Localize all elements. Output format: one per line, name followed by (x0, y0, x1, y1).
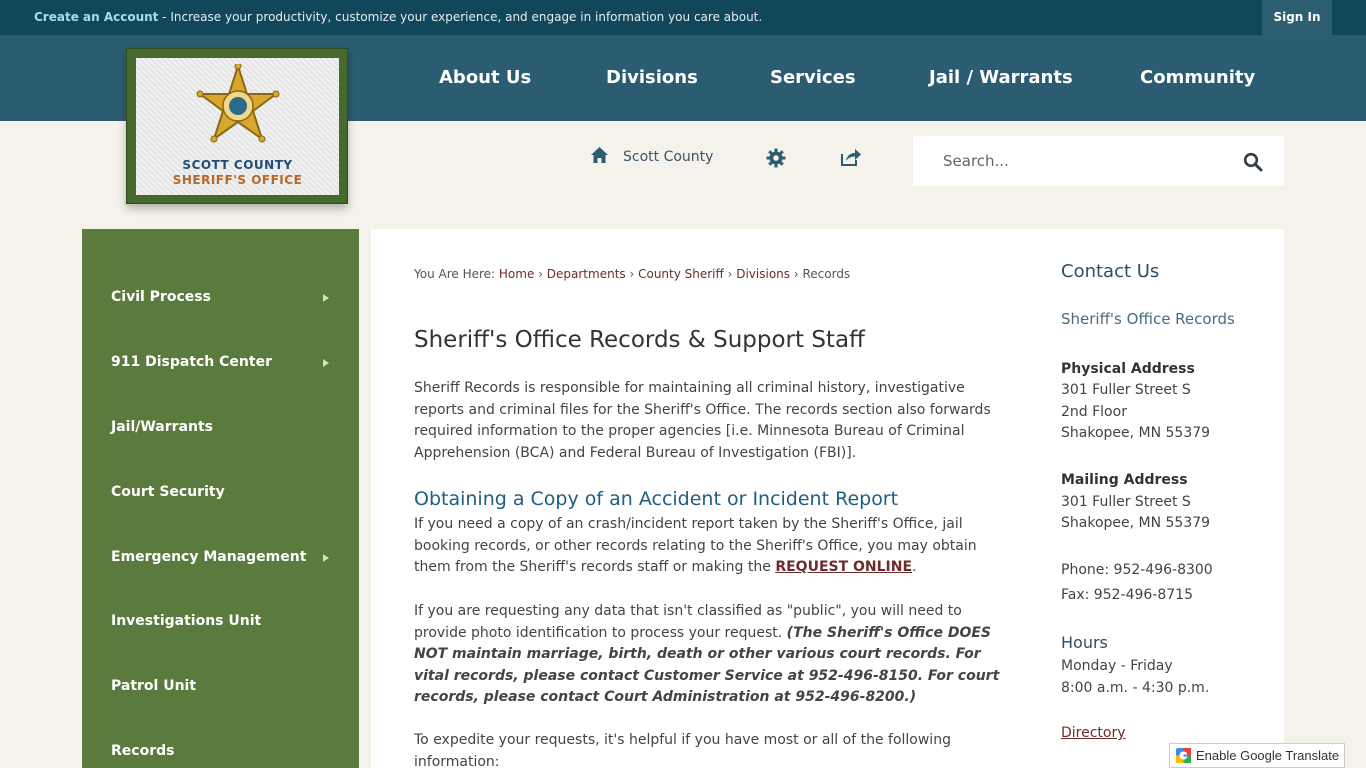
submenu-arrow-icon[interactable] (323, 554, 329, 562)
contact-title: Contact Us (1061, 261, 1160, 282)
sidebar-item-investigations[interactable]: Investigations Unit (82, 589, 359, 653)
nav-item-services[interactable]: Services (770, 67, 856, 88)
sidebar-item-label: Civil Process (111, 289, 211, 305)
nav-item-community[interactable]: Community (1140, 67, 1255, 88)
mailing-address-label: Mailing Address (1061, 472, 1188, 488)
nav-item-about-us[interactable]: About Us (439, 67, 531, 88)
breadcrumb-current: Records (802, 267, 851, 281)
page-title: Sheriff's Office Records & Support Staff (414, 327, 865, 353)
sidebar-item-label: Patrol Unit (111, 678, 197, 694)
hours-title: Hours (1061, 633, 1108, 652)
breadcrumb-divisions[interactable]: Divisions (736, 267, 790, 281)
intro-paragraph: Sheriff Records is responsible for maint… (414, 380, 991, 461)
nav-item-jail-warrants[interactable]: Jail / Warrants (929, 67, 1073, 88)
sidebar-item-civil-process[interactable]: Civil Process (82, 265, 359, 329)
directory-link[interactable]: Directory (1061, 725, 1126, 741)
sidebar-item-label: Emergency Management (111, 549, 307, 565)
sheriff-star-icon (196, 64, 280, 143)
sidebar-navigation: Civil Process 911 Dispatch Center Jail/W… (82, 229, 359, 768)
id-requirement-paragraph: If you are requesting any data that isn'… (414, 601, 1000, 709)
sidebar-item-emergency-management[interactable]: Emergency Management (82, 525, 359, 589)
fax-number: Fax: 952-496-8715 (1061, 587, 1193, 603)
share-icon[interactable] (840, 147, 862, 167)
request-online-link[interactable]: REQUEST ONLINE (775, 559, 912, 575)
sidebar-item-patrol[interactable]: Patrol Unit (82, 654, 359, 718)
account-bar: Create an Account - Increase your produc… (0, 0, 1366, 35)
home-icon[interactable] (590, 146, 609, 164)
mailing-address-line: Shakopee, MN 55379 (1061, 515, 1211, 531)
search-input[interactable] (913, 136, 1233, 186)
sidebar-item-jail-warrants[interactable]: Jail/Warrants (82, 395, 359, 459)
site-logo[interactable]: SCOTT COUNTY SHERIFF'S OFFICE (126, 48, 348, 204)
home-link[interactable]: Scott County (623, 149, 713, 165)
breadcrumb-county-sheriff[interactable]: County Sheriff (638, 267, 724, 281)
sidebar-item-label: Investigations Unit (111, 613, 262, 629)
breadcrumb-home[interactable]: Home (499, 267, 534, 281)
physical-address-line: Shakopee, MN 55379 (1061, 425, 1211, 441)
section-heading: Obtaining a Copy of an Accident or Incid… (414, 488, 899, 510)
submenu-arrow-icon[interactable] (323, 359, 329, 367)
sidebar-item-911-dispatch[interactable]: 911 Dispatch Center (82, 330, 359, 394)
main-content: You Are Here: Home › Departments › Count… (371, 229, 1284, 768)
sidebar-item-label: Records (111, 743, 175, 759)
nav-item-divisions[interactable]: Divisions (606, 67, 698, 88)
phone-number: Phone: 952-496-8300 (1061, 562, 1213, 578)
logo-text-office: SHERIFF'S OFFICE (172, 173, 303, 187)
physical-address-line: 2nd Floor (1061, 404, 1127, 420)
physical-address-line: 301 Fuller Street S (1061, 382, 1191, 398)
logo-panel: SCOTT COUNTY SHERIFF'S OFFICE (136, 58, 339, 195)
sidebar-item-court-security[interactable]: Court Security (82, 460, 359, 524)
sidebar-item-records[interactable]: Records (82, 719, 359, 768)
breadcrumb: You Are Here: Home › Departments › Count… (414, 267, 851, 281)
breadcrumb-prefix: You Are Here: (414, 267, 496, 281)
search-icon[interactable] (1243, 152, 1263, 172)
breadcrumb-departments[interactable]: Departments (547, 267, 626, 281)
sidebar-item-label: Court Security (111, 484, 225, 500)
department-name: Sheriff's Office Records (1061, 310, 1235, 328)
google-translate-icon (1176, 748, 1191, 763)
hours-line: 8:00 a.m. - 4:30 p.m. (1061, 680, 1210, 696)
create-account-link[interactable]: Create an Account (34, 10, 158, 24)
account-promo: Create an Account - Increase your produc… (34, 10, 762, 24)
sidebar-item-label: 911 Dispatch Center (111, 354, 272, 370)
submenu-arrow-icon[interactable] (323, 294, 329, 302)
google-translate-label: Enable Google Translate (1196, 748, 1340, 763)
sidebar-item-label: Jail/Warrants (111, 419, 214, 435)
google-translate-button[interactable]: Enable Google Translate (1169, 743, 1345, 768)
gear-icon[interactable] (766, 148, 786, 168)
sign-in-button[interactable]: Sign In (1262, 0, 1332, 35)
request-paragraph: If you need a copy of an crash/incident … (414, 514, 1000, 579)
request-paragraph-end: . (912, 559, 917, 575)
logo-text-county: SCOTT COUNTY (182, 158, 293, 172)
account-promo-text: - Increase your productivity, customize … (158, 10, 763, 24)
expedite-paragraph: To expedite your requests, it's helpful … (414, 732, 951, 768)
hours-line: Monday - Friday (1061, 658, 1173, 674)
physical-address-label: Physical Address (1061, 361, 1195, 377)
search-box (913, 136, 1284, 186)
mailing-address-line: 301 Fuller Street S (1061, 494, 1191, 510)
